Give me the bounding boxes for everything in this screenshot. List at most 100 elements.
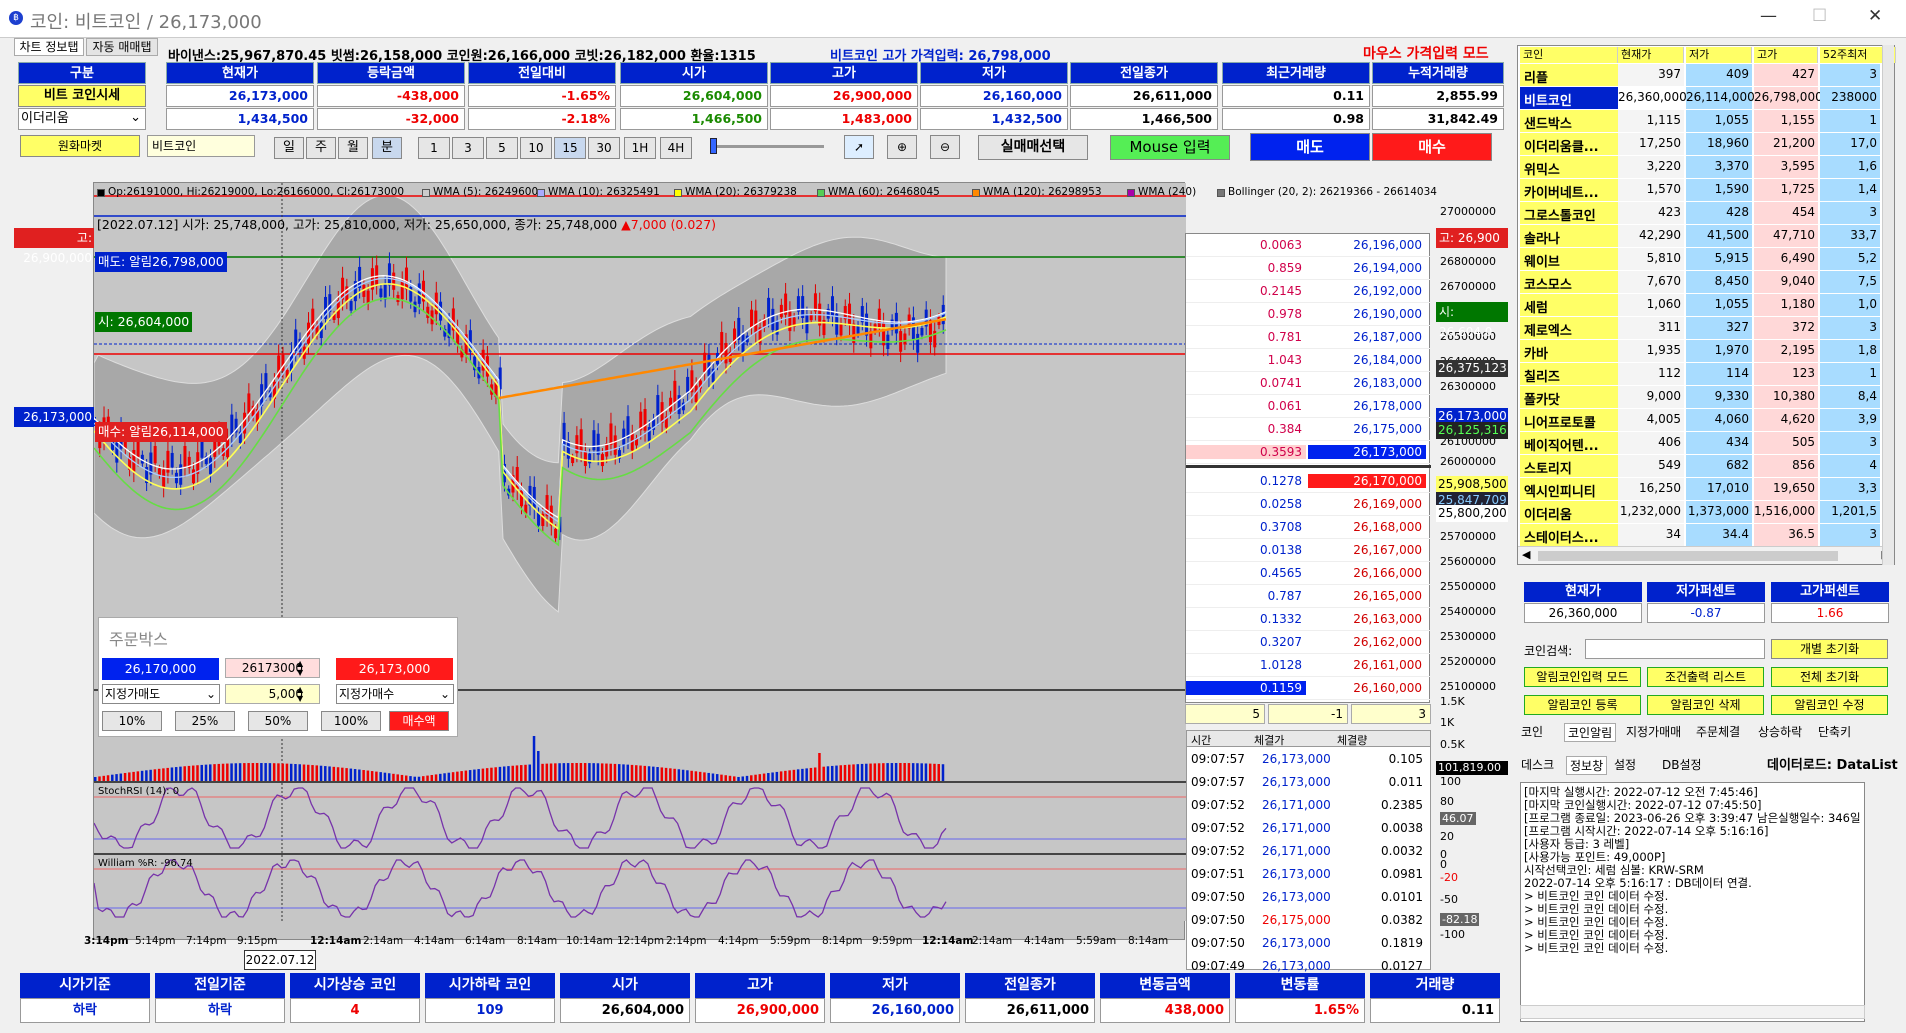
ask-row[interactable]: 0.2145 26,192,000 [1186,280,1430,303]
mouse-input-button[interactable]: Mouse 입력 [1110,135,1230,160]
minute-button[interactable]: 5 [486,137,518,159]
scroll-left-icon[interactable]: ◀ [1522,548,1530,561]
pct-50-button[interactable]: 50% [248,711,308,731]
pct-25-button[interactable]: 25% [175,711,235,731]
price-spinner-icon[interactable]: ▲ ▼ [297,659,303,677]
bid-row[interactable]: 1.0128 26,161,000 [1186,654,1430,677]
order-buy-price[interactable]: 26,173,000 [336,658,453,680]
period-button[interactable]: 일 [274,137,304,159]
coin-row[interactable]: 스토리지 549 682 856 4 [1518,455,1896,478]
minute-button[interactable]: 4H [660,137,692,159]
order-sell-price[interactable]: 26,170,000 [102,658,219,680]
tab-auto-trade[interactable]: 자동 매매탭 [86,38,158,56]
side-subtab[interactable]: 정보창 [1566,756,1608,775]
period-button[interactable]: 주 [306,137,336,159]
side-tab[interactable]: 지정가매매 [1626,723,1681,740]
coin-row[interactable]: 코스모스 7,670 8,450 9,040 7,5 [1518,271,1896,294]
bid-row[interactable]: 0.787 26,165,000 [1186,585,1430,608]
log-scrollbar[interactable] [1520,1005,1865,1019]
bid-row[interactable]: 0.0258 26,169,000 [1186,493,1430,516]
side-subtab[interactable]: DB설정 [1662,756,1702,773]
order-price-input[interactable]: 26173000 [225,658,320,678]
period-button[interactable]: 월 [338,137,368,159]
ask-row[interactable]: 0.978 26,190,000 [1186,303,1430,326]
side-tab[interactable]: 코인 [1521,723,1543,740]
maximize-button[interactable]: ☐ [1812,6,1827,26]
coin-row[interactable]: 니어프로토콜 4,005 4,060 4,620 3,9 [1518,409,1896,432]
zoom-slider-track[interactable] [714,145,824,148]
coin-list[interactable]: 코인 현재가 저가 고가 52주최저 리플 397 409 427 3 비트코인 26,360,00… [1517,45,1896,565]
coin-row[interactable]: 솔라나 42,290 41,500 47,710 33,7 [1518,225,1896,248]
coin-row[interactable]: 그로스톨코인 423 428 454 3 [1518,202,1896,225]
minute-button[interactable]: 15 [554,137,586,159]
side-subtab[interactable]: 설정 [1614,756,1636,773]
tab-chart-info[interactable]: 차트 정보탭 [14,38,84,56]
coin-row[interactable]: 위믹스 3,220 3,370 3,595 1,6 [1518,156,1896,179]
coin-row[interactable]: 카이버네트... 1,570 1,590 1,725 1,4 [1518,179,1896,202]
ask-row[interactable]: 0.0741 26,183,000 [1186,372,1430,395]
ask-row[interactable]: 0.061 26,178,000 [1186,395,1430,418]
select-trade-button[interactable]: 실매매선택 [978,135,1088,160]
bid-row[interactable]: 0.1332 26,163,000 [1186,608,1430,631]
coin-row[interactable]: 이더리움클... 17,250 18,960 21,200 17,0 [1518,133,1896,156]
side-action-button[interactable]: 전체 초기화 [1771,667,1888,687]
side-action-button[interactable]: 알림코인입력 모드 [1524,667,1641,687]
side-tab[interactable]: 주문체결 [1696,723,1740,740]
zoom-out-icon[interactable]: ⊖ [930,135,960,159]
reset-single-button[interactable]: 개별 초기화 [1771,639,1888,659]
coin-row[interactable]: 샌드박스 1,115 1,055 1,155 1 [1518,110,1896,133]
bid-row[interactable]: 0.3207 26,162,000 [1186,631,1430,654]
coin-row[interactable]: 세럼 1,060 1,055 1,180 1,0 [1518,294,1896,317]
side-action-button[interactable]: 알림코인 삭제 [1647,695,1764,715]
minute-button[interactable]: 3 [452,137,484,159]
zoom-slider-thumb[interactable] [710,138,717,154]
chart-canvas[interactable]: StochRSI (14): 0 William %R: -96.74 [93,183,1186,941]
minute-button[interactable]: 10 [520,137,552,159]
coin-row[interactable]: 엑시인피니티 16,250 17,010 19,650 3,3 [1518,478,1896,501]
coin-name-field[interactable]: 비트코인 [147,135,255,157]
coin-row[interactable]: 제로엑스 311 327 372 3 [1518,317,1896,340]
coin-row[interactable]: 베이직어텐... 406 434 505 3 [1518,432,1896,455]
coin-row[interactable]: 칠리즈 112 114 123 1 [1518,363,1896,386]
bid-row[interactable]: 0.1278 26,170,000 [1186,470,1430,493]
ask-row[interactable]: 0.3593 26,173,000 [1186,441,1430,464]
buy-amount-button[interactable]: 매수액 [389,711,449,731]
zoom-in-icon[interactable]: ⊕ [887,135,917,159]
pct-10-button[interactable]: 10% [102,711,162,731]
minute-button[interactable]: 1 [418,137,450,159]
coin-search-input[interactable] [1585,639,1765,659]
ask-row[interactable]: 0.781 26,187,000 [1186,326,1430,349]
coin-list-vscroll[interactable] [1882,45,1894,565]
ask-row[interactable]: 0.384 26,175,000 [1186,418,1430,441]
market-button[interactable]: 원화마켓 [20,135,140,157]
side-action-button[interactable]: 알림코인 수정 [1771,695,1888,715]
sell-button[interactable]: 매도 [1250,133,1370,161]
ask-row[interactable]: 0.859 26,194,000 [1186,257,1430,280]
cursor-icon[interactable]: ➚ [844,135,874,159]
coin-row[interactable]: 폴카닷 9,000 9,330 10,380 8,4 [1518,386,1896,409]
bid-row[interactable]: 0.3708 26,168,000 [1186,516,1430,539]
side-tab[interactable]: 상승하락 [1758,723,1802,740]
ask-row[interactable]: 1.043 26,184,000 [1186,349,1430,372]
qty-spinner-icon[interactable]: ▲ ▼ [297,685,303,703]
row1-label[interactable]: 비트 코인시세 [18,85,146,107]
buy-button[interactable]: 매수 [1372,133,1492,161]
minute-button[interactable]: 30 [588,137,620,159]
coin-row[interactable]: 카바 1,935 1,970 2,195 1,8 [1518,340,1896,363]
period-button[interactable]: 분 [372,137,402,159]
minute-button[interactable]: 1H [624,137,656,159]
coin-row[interactable]: 비트코인 26,360,000 26,114,000 26,798,000 238000 [1518,87,1896,110]
bid-row[interactable]: 0.1159 26,160,000 [1186,677,1430,700]
coin-row[interactable]: 스테이터스... 34 34.4 36.5 3 [1518,524,1896,547]
coin-row[interactable]: 리플 397 409 427 3 [1518,64,1896,87]
coin-row[interactable]: 웨이브 5,810 5,915 6,490 5,2 [1518,248,1896,271]
ask-row[interactable]: 0.0063 26,196,000 [1186,234,1430,257]
coin-row[interactable]: 이더리움 1,232,000 1,373,000 1,516,000 1,201,5 [1518,501,1896,524]
side-tab[interactable]: 코인알림 [1564,723,1617,742]
side-action-button[interactable]: 조건출력 리스트 [1647,667,1764,687]
bid-row[interactable]: 0.4565 26,166,000 [1186,562,1430,585]
buy-type-select[interactable]: 지정가매수 ⌄ [336,684,454,704]
coin-list-scrollbar[interactable]: ◀ ▶ [1518,546,1894,564]
scroll-thumb[interactable] [1538,551,1838,561]
bid-row[interactable]: 0.0138 26,167,000 [1186,539,1430,562]
